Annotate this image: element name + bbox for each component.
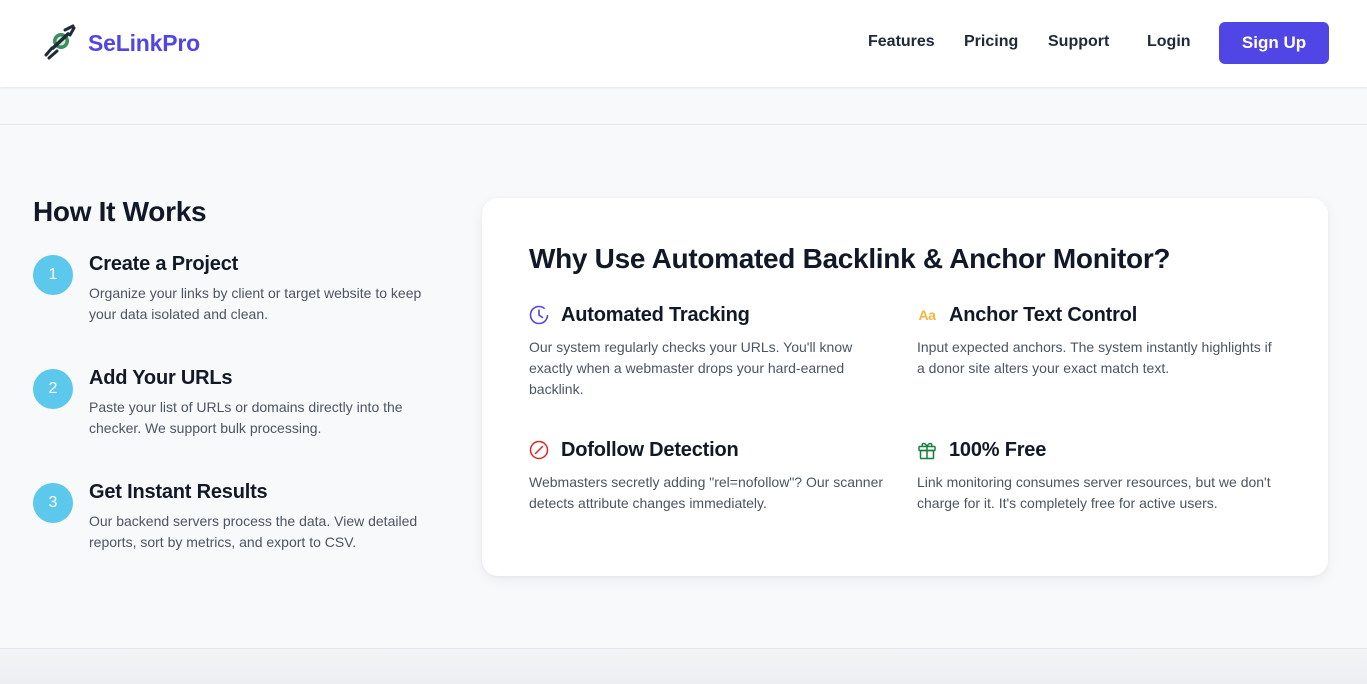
- step-description: Our backend servers process the data. Vi…: [89, 513, 418, 550]
- top-header: SeLinkPro Features Pricing Support Login…: [0, 0, 1367, 87]
- main-nav: Features Pricing Support Login: [0, 22, 1367, 64]
- next-section-band: [0, 649, 1367, 684]
- step-number-badge: 2: [33, 369, 73, 409]
- sign-up-button[interactable]: Sign Up: [1219, 22, 1329, 64]
- gift-icon: [917, 440, 937, 460]
- nav-support-link[interactable]: Support: [1048, 33, 1109, 51]
- step-description: Organize your links by client or target …: [89, 285, 422, 322]
- feature-description: Link monitoring consumes server resource…: [917, 474, 1271, 511]
- text-aa-icon: Aa: [918, 307, 936, 323]
- feature-title: Dofollow Detection: [561, 438, 739, 461]
- feature-item: Aa Anchor Text Control Input expected an…: [917, 302, 1277, 379]
- section-divider: [0, 124, 1367, 125]
- step-number-badge: 3: [33, 483, 73, 523]
- how-it-works-heading: How It Works: [33, 196, 207, 227]
- nav-pricing-link[interactable]: Pricing: [964, 33, 1018, 51]
- clock-icon: [529, 305, 549, 325]
- nofollow-icon: [529, 440, 549, 460]
- feature-title: Automated Tracking: [561, 303, 750, 326]
- feature-item: Dofollow Detection Webmasters secretly a…: [529, 437, 889, 514]
- feature-description: Webmasters secretly adding "rel=nofollow…: [529, 474, 884, 511]
- why-use-heading: Why Use Automated Backlink & Anchor Moni…: [529, 243, 1171, 274]
- feature-description: Our system regularly checks your URLs. Y…: [529, 339, 853, 397]
- step-title: Add Your URLs: [89, 367, 233, 389]
- feature-item: 100% Free Link monitoring consumes serve…: [917, 437, 1277, 514]
- step-title: Create a Project: [89, 253, 239, 275]
- step-description: Paste your list of URLs or domains direc…: [89, 399, 403, 436]
- feature-description: Input expected anchors. The system insta…: [917, 339, 1272, 376]
- feature-item: Automated Tracking Our system regularly …: [529, 302, 889, 400]
- nav-login-link[interactable]: Login: [1147, 33, 1191, 51]
- step-title: Get Instant Results: [89, 481, 268, 503]
- step-number-badge: 1: [33, 255, 73, 295]
- nav-features-link[interactable]: Features: [868, 33, 935, 51]
- feature-title: Anchor Text Control: [949, 303, 1138, 326]
- feature-title: 100% Free: [949, 438, 1047, 461]
- why-use-card: Why Use Automated Backlink & Anchor Moni…: [482, 198, 1328, 576]
